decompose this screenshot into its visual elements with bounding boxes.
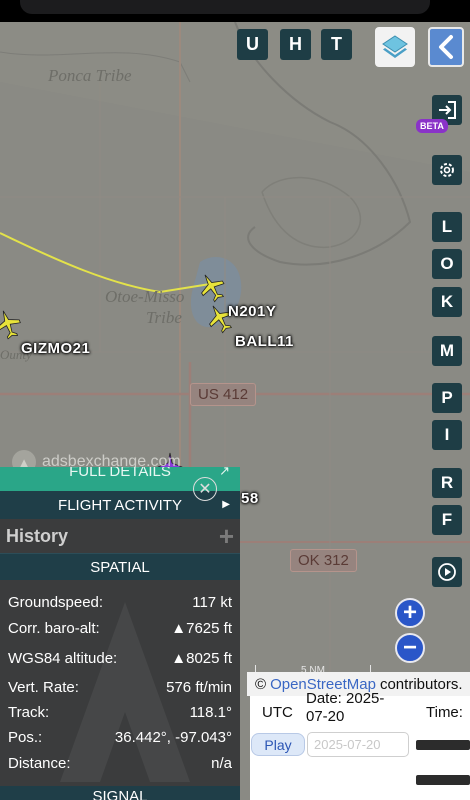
expand-plus-icon[interactable]: + <box>219 521 234 552</box>
copyright-symbol: © <box>255 675 267 693</box>
spatial-section-header[interactable]: SPATIAL <box>0 553 240 580</box>
button-p[interactable]: P <box>432 383 462 413</box>
highway-shield: US 412 <box>190 383 257 406</box>
row-value: 576 ft/min <box>166 679 232 696</box>
row-label: Track: <box>8 704 50 721</box>
close-icon: ✕ <box>198 481 212 498</box>
full-details-label: FULL DETAILS <box>69 467 171 480</box>
button-t[interactable]: T <box>321 29 352 60</box>
back-button[interactable] <box>428 27 464 67</box>
close-panel-button[interactable]: ✕ <box>193 477 217 501</box>
sign-in-icon <box>439 101 456 119</box>
time-slider[interactable] <box>416 740 470 750</box>
button-h[interactable]: H <box>280 29 311 60</box>
date-input[interactable]: 2025-07-20 <box>307 732 409 757</box>
button-o[interactable]: O <box>432 249 462 279</box>
plus-icon: + <box>402 599 417 626</box>
row-wgs84-alt: WGS84 altitude: ▲8025 ft <box>8 650 232 667</box>
zoom-out-button[interactable]: − <box>395 633 425 663</box>
chevron-left-icon <box>439 35 453 59</box>
row-label: Vert. Rate: <box>8 679 79 696</box>
external-link-icon: ↗ <box>219 467 230 478</box>
callsign-label[interactable]: GIZMO21 <box>21 340 90 357</box>
button-f[interactable]: F <box>432 505 462 535</box>
button-i[interactable]: I <box>432 420 462 450</box>
settings-button[interactable] <box>432 155 462 185</box>
caret-right-icon: ▶ <box>222 499 230 510</box>
map-label-ponca: Ponca Tribe <box>48 66 132 85</box>
map-label-tribe: Tribe <box>146 308 182 327</box>
callsign-label[interactable]: N201Y <box>228 303 276 320</box>
play-button[interactable]: Play <box>251 733 305 756</box>
button-l[interactable]: L <box>432 212 462 242</box>
replay-time-panel: UTC Date: 2025-07-20 Time: Play 2025-07-… <box>250 690 470 800</box>
row-value: 118.1° <box>189 704 232 721</box>
row-vert-rate: Vert. Rate: 576 ft/min <box>8 679 232 696</box>
row-value: ▲7625 ft <box>171 620 232 637</box>
time-label: Time: <box>426 704 463 721</box>
row-label: Pos.: <box>8 729 43 746</box>
zoom-in-button[interactable]: + <box>395 598 425 628</box>
history-title: History <box>6 525 69 546</box>
date-label: Date: 2025-07-20 <box>306 690 385 725</box>
aircraft-info-panel: FULL DETAILS ↗ FLIGHT ACTIVITY ▶ History… <box>0 467 240 800</box>
row-position: Pos.: 36.442°, -97.043° <box>8 729 232 746</box>
row-label: Corr. baro-alt: <box>8 620 100 637</box>
row-value: ▲8025 ft <box>171 650 232 667</box>
callsign-label[interactable]: BALL11 <box>235 333 294 350</box>
layers-icon <box>382 35 408 58</box>
callsign-label[interactable]: 58 <box>241 490 259 507</box>
highway-shield: OK 312 <box>290 549 357 572</box>
flight-activity-label: FLIGHT ACTIVITY <box>58 496 182 514</box>
row-label: WGS84 altitude: <box>8 650 118 667</box>
button-r[interactable]: R <box>432 468 462 498</box>
climb-arrow-icon: ▲ <box>171 620 187 637</box>
utc-label: UTC <box>262 704 293 721</box>
status-bar <box>0 0 470 22</box>
minus-icon: − <box>402 634 417 661</box>
climb-arrow-icon: ▲ <box>171 650 187 667</box>
row-value: n/a <box>211 755 232 772</box>
button-u[interactable]: U <box>237 29 268 60</box>
row-baro-alt: Corr. baro-alt: ▲7625 ft <box>8 620 232 637</box>
row-label: Distance: <box>8 755 71 772</box>
signal-section-header[interactable]: SIGNAL <box>0 786 240 800</box>
beta-badge: BETA <box>416 119 448 133</box>
map-label-otoe: Otoe-Misso <box>105 287 185 306</box>
row-groundspeed: Groundspeed: 117 kt <box>8 594 232 611</box>
row-label: Groundspeed: <box>8 594 104 611</box>
replay-icon <box>438 563 456 581</box>
row-track: Track: 118.1° <box>8 704 232 721</box>
gear-icon <box>440 163 454 177</box>
layers-button[interactable] <box>375 27 415 67</box>
speed-slider[interactable] <box>416 775 470 785</box>
replay-button[interactable] <box>432 557 462 587</box>
button-m[interactable]: M <box>432 336 462 366</box>
history-header: History + <box>0 519 240 553</box>
row-value: 117 kt <box>192 594 232 611</box>
status-notch <box>20 0 430 14</box>
row-distance: Distance: n/a <box>8 755 232 772</box>
button-k[interactable]: K <box>432 287 462 317</box>
row-value: 36.442°, -97.043° <box>114 729 232 746</box>
